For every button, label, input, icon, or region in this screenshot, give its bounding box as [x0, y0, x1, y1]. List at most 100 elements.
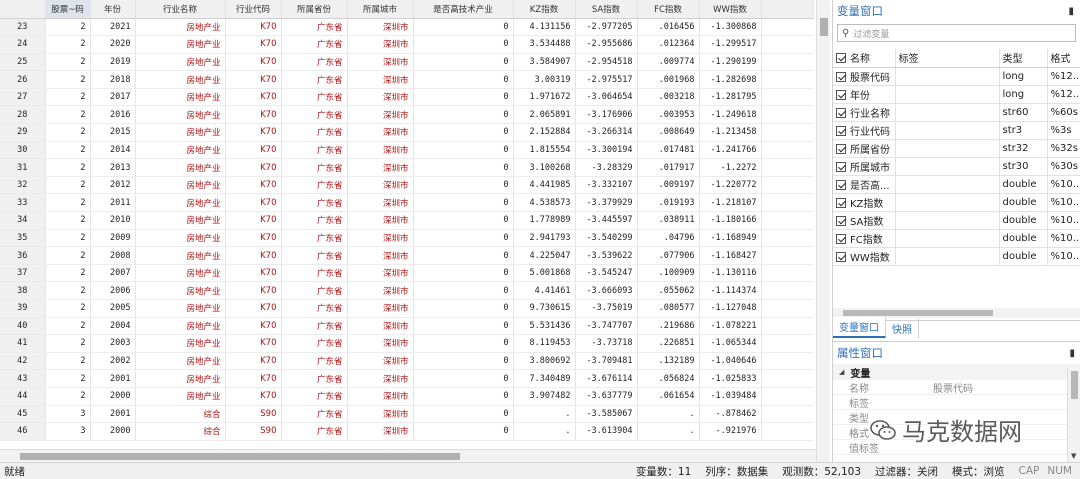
table-cell[interactable]: 房地产业: [135, 229, 226, 248]
table-cell[interactable]: -3.637779: [575, 387, 638, 406]
tab-variables[interactable]: 变量窗口: [833, 317, 886, 338]
table-cell[interactable]: 3: [45, 405, 91, 424]
scrollbar-thumb[interactable]: [843, 310, 993, 316]
table-cell[interactable]: 深圳市: [347, 387, 414, 406]
table-cell[interactable]: 广东省: [281, 299, 348, 318]
table-cell[interactable]: 2: [45, 281, 91, 300]
table-cell[interactable]: 深圳市: [347, 369, 414, 388]
table-cell[interactable]: 4.225047: [513, 246, 576, 265]
table-cell[interactable]: -3.064654: [575, 88, 638, 107]
column-header[interactable]: 行业名称: [135, 0, 226, 19]
table-cell[interactable]: 房地产业: [135, 317, 226, 336]
row-number[interactable]: 26: [0, 70, 46, 89]
column-header[interactable]: 是否高技术产业: [413, 0, 514, 19]
table-cell[interactable]: K70: [225, 246, 282, 265]
table-cell[interactable]: 2: [45, 88, 91, 107]
variable-row[interactable]: SA指数 double %10..: [833, 211, 1080, 230]
table-cell[interactable]: 3.907482: [513, 387, 576, 406]
table-cell[interactable]: 房地产业: [135, 53, 226, 72]
table-cell[interactable]: 房地产业: [135, 193, 226, 213]
table-cell[interactable]: 2.152884: [513, 123, 576, 142]
variable-name[interactable]: 是否高...: [833, 175, 896, 194]
table-cell[interactable]: 深圳市: [347, 70, 414, 89]
table-cell[interactable]: .038911: [637, 211, 700, 230]
column-header[interactable]: 股票~码: [45, 0, 91, 19]
column-header[interactable]: FC指数: [637, 0, 700, 19]
table-cell[interactable]: .012364: [637, 35, 700, 54]
row-number[interactable]: 41: [0, 334, 46, 353]
table-cell[interactable]: 4.538573: [513, 193, 576, 213]
table-cell[interactable]: -1.220772: [699, 176, 762, 195]
table-cell[interactable]: 2: [45, 246, 91, 265]
table-cell[interactable]: K70: [225, 299, 282, 318]
table-cell[interactable]: 0: [413, 334, 514, 353]
table-cell[interactable]: S90: [225, 422, 282, 441]
table-cell[interactable]: 房地产业: [135, 352, 226, 371]
variable-checkbox[interactable]: [836, 125, 846, 136]
table-cell[interactable]: 房地产业: [135, 369, 226, 388]
variable-checkbox[interactable]: [836, 71, 846, 82]
table-cell[interactable]: -3.747707: [575, 317, 638, 336]
table-row[interactable]: 45 3 2001 综合 S90 广东省 深圳市 0. -3.585067. -.878462: [0, 405, 813, 424]
table-cell[interactable]: 1.778989: [513, 211, 576, 230]
table-cell[interactable]: 5.001868: [513, 264, 576, 283]
table-row[interactable]: 40 2 2004 房地产业 K70 广东省 深圳市 0 5.531436 -3.747707.2…: [0, 317, 813, 336]
table-cell[interactable]: 0: [413, 264, 514, 283]
table-cell[interactable]: -3.585067: [575, 405, 638, 424]
property-row[interactable]: 名称 股票代码: [833, 380, 1080, 395]
table-cell[interactable]: 2017: [90, 88, 136, 107]
row-number[interactable]: 45: [0, 405, 46, 424]
table-cell[interactable]: -1.114374: [699, 281, 762, 300]
table-cell[interactable]: 深圳市: [347, 211, 414, 230]
table-cell[interactable]: -3.73718: [575, 334, 638, 353]
table-cell[interactable]: 9.730615: [513, 299, 576, 318]
tab-snapshot[interactable]: 快照: [886, 319, 919, 338]
table-cell[interactable]: 3: [45, 422, 91, 441]
collapse-icon[interactable]: ◢: [839, 368, 844, 376]
table-cell[interactable]: 2002: [90, 352, 136, 371]
variable-row[interactable]: 年份 long %12..: [833, 85, 1080, 104]
table-cell[interactable]: .017481: [637, 141, 700, 160]
grid-vertical-scrollbar[interactable]: [816, 0, 830, 462]
table-cell[interactable]: 0: [413, 369, 514, 388]
label-header[interactable]: 标签: [895, 49, 1000, 68]
table-cell[interactable]: 2: [45, 317, 91, 336]
table-cell[interactable]: 深圳市: [347, 281, 414, 300]
table-cell[interactable]: 房地产业: [135, 264, 226, 283]
table-row[interactable]: 24 2 2020 房地产业 K70 广东省 深圳市 0 3.534488 -2.955686.0…: [0, 35, 813, 54]
table-cell[interactable]: 0: [413, 281, 514, 300]
table-cell[interactable]: 广东省: [281, 18, 348, 37]
table-cell[interactable]: 2: [45, 53, 91, 72]
table-row[interactable]: 39 2 2005 房地产业 K70 广东省 深圳市 0 9.730615 -3.75019.08…: [0, 299, 813, 318]
table-cell[interactable]: K70: [225, 158, 282, 177]
variable-name[interactable]: 年份: [833, 85, 896, 104]
table-cell[interactable]: S90: [225, 405, 282, 424]
table-cell[interactable]: -1.039484: [699, 387, 762, 406]
table-cell[interactable]: 房地产业: [135, 88, 226, 107]
table-cell[interactable]: 深圳市: [347, 229, 414, 248]
table-cell[interactable]: 房地产业: [135, 123, 226, 142]
table-cell[interactable]: 0: [413, 88, 514, 107]
table-cell[interactable]: -1.065344: [699, 334, 762, 353]
row-number[interactable]: 43: [0, 369, 46, 388]
table-cell[interactable]: K70: [225, 211, 282, 230]
table-cell[interactable]: 深圳市: [347, 105, 414, 125]
table-cell[interactable]: 2010: [90, 211, 136, 230]
table-row[interactable]: 27 2 2017 房地产业 K70 广东省 深圳市 0 1.971672 -3.064654.0…: [0, 88, 813, 107]
pin-icon[interactable]: ▮: [1069, 348, 1075, 359]
variable-name[interactable]: SA指数: [833, 211, 896, 230]
table-cell[interactable]: .226851: [637, 334, 700, 353]
table-cell[interactable]: .061654: [637, 387, 700, 406]
table-cell[interactable]: 2014: [90, 141, 136, 160]
table-cell[interactable]: K70: [225, 35, 282, 54]
table-row[interactable]: 29 2 2015 房地产业 K70 广东省 深圳市 0 2.152884 -3.266314.0…: [0, 123, 813, 142]
table-cell[interactable]: 深圳市: [347, 158, 414, 177]
table-cell[interactable]: .: [513, 422, 576, 441]
table-cell[interactable]: .001968: [637, 70, 700, 89]
table-cell[interactable]: 广东省: [281, 317, 348, 336]
table-cell[interactable]: .009197: [637, 176, 700, 195]
table-cell[interactable]: K70: [225, 193, 282, 213]
table-cell[interactable]: 深圳市: [347, 422, 414, 441]
table-cell[interactable]: 2: [45, 141, 91, 160]
table-cell[interactable]: -1.168949: [699, 229, 762, 248]
